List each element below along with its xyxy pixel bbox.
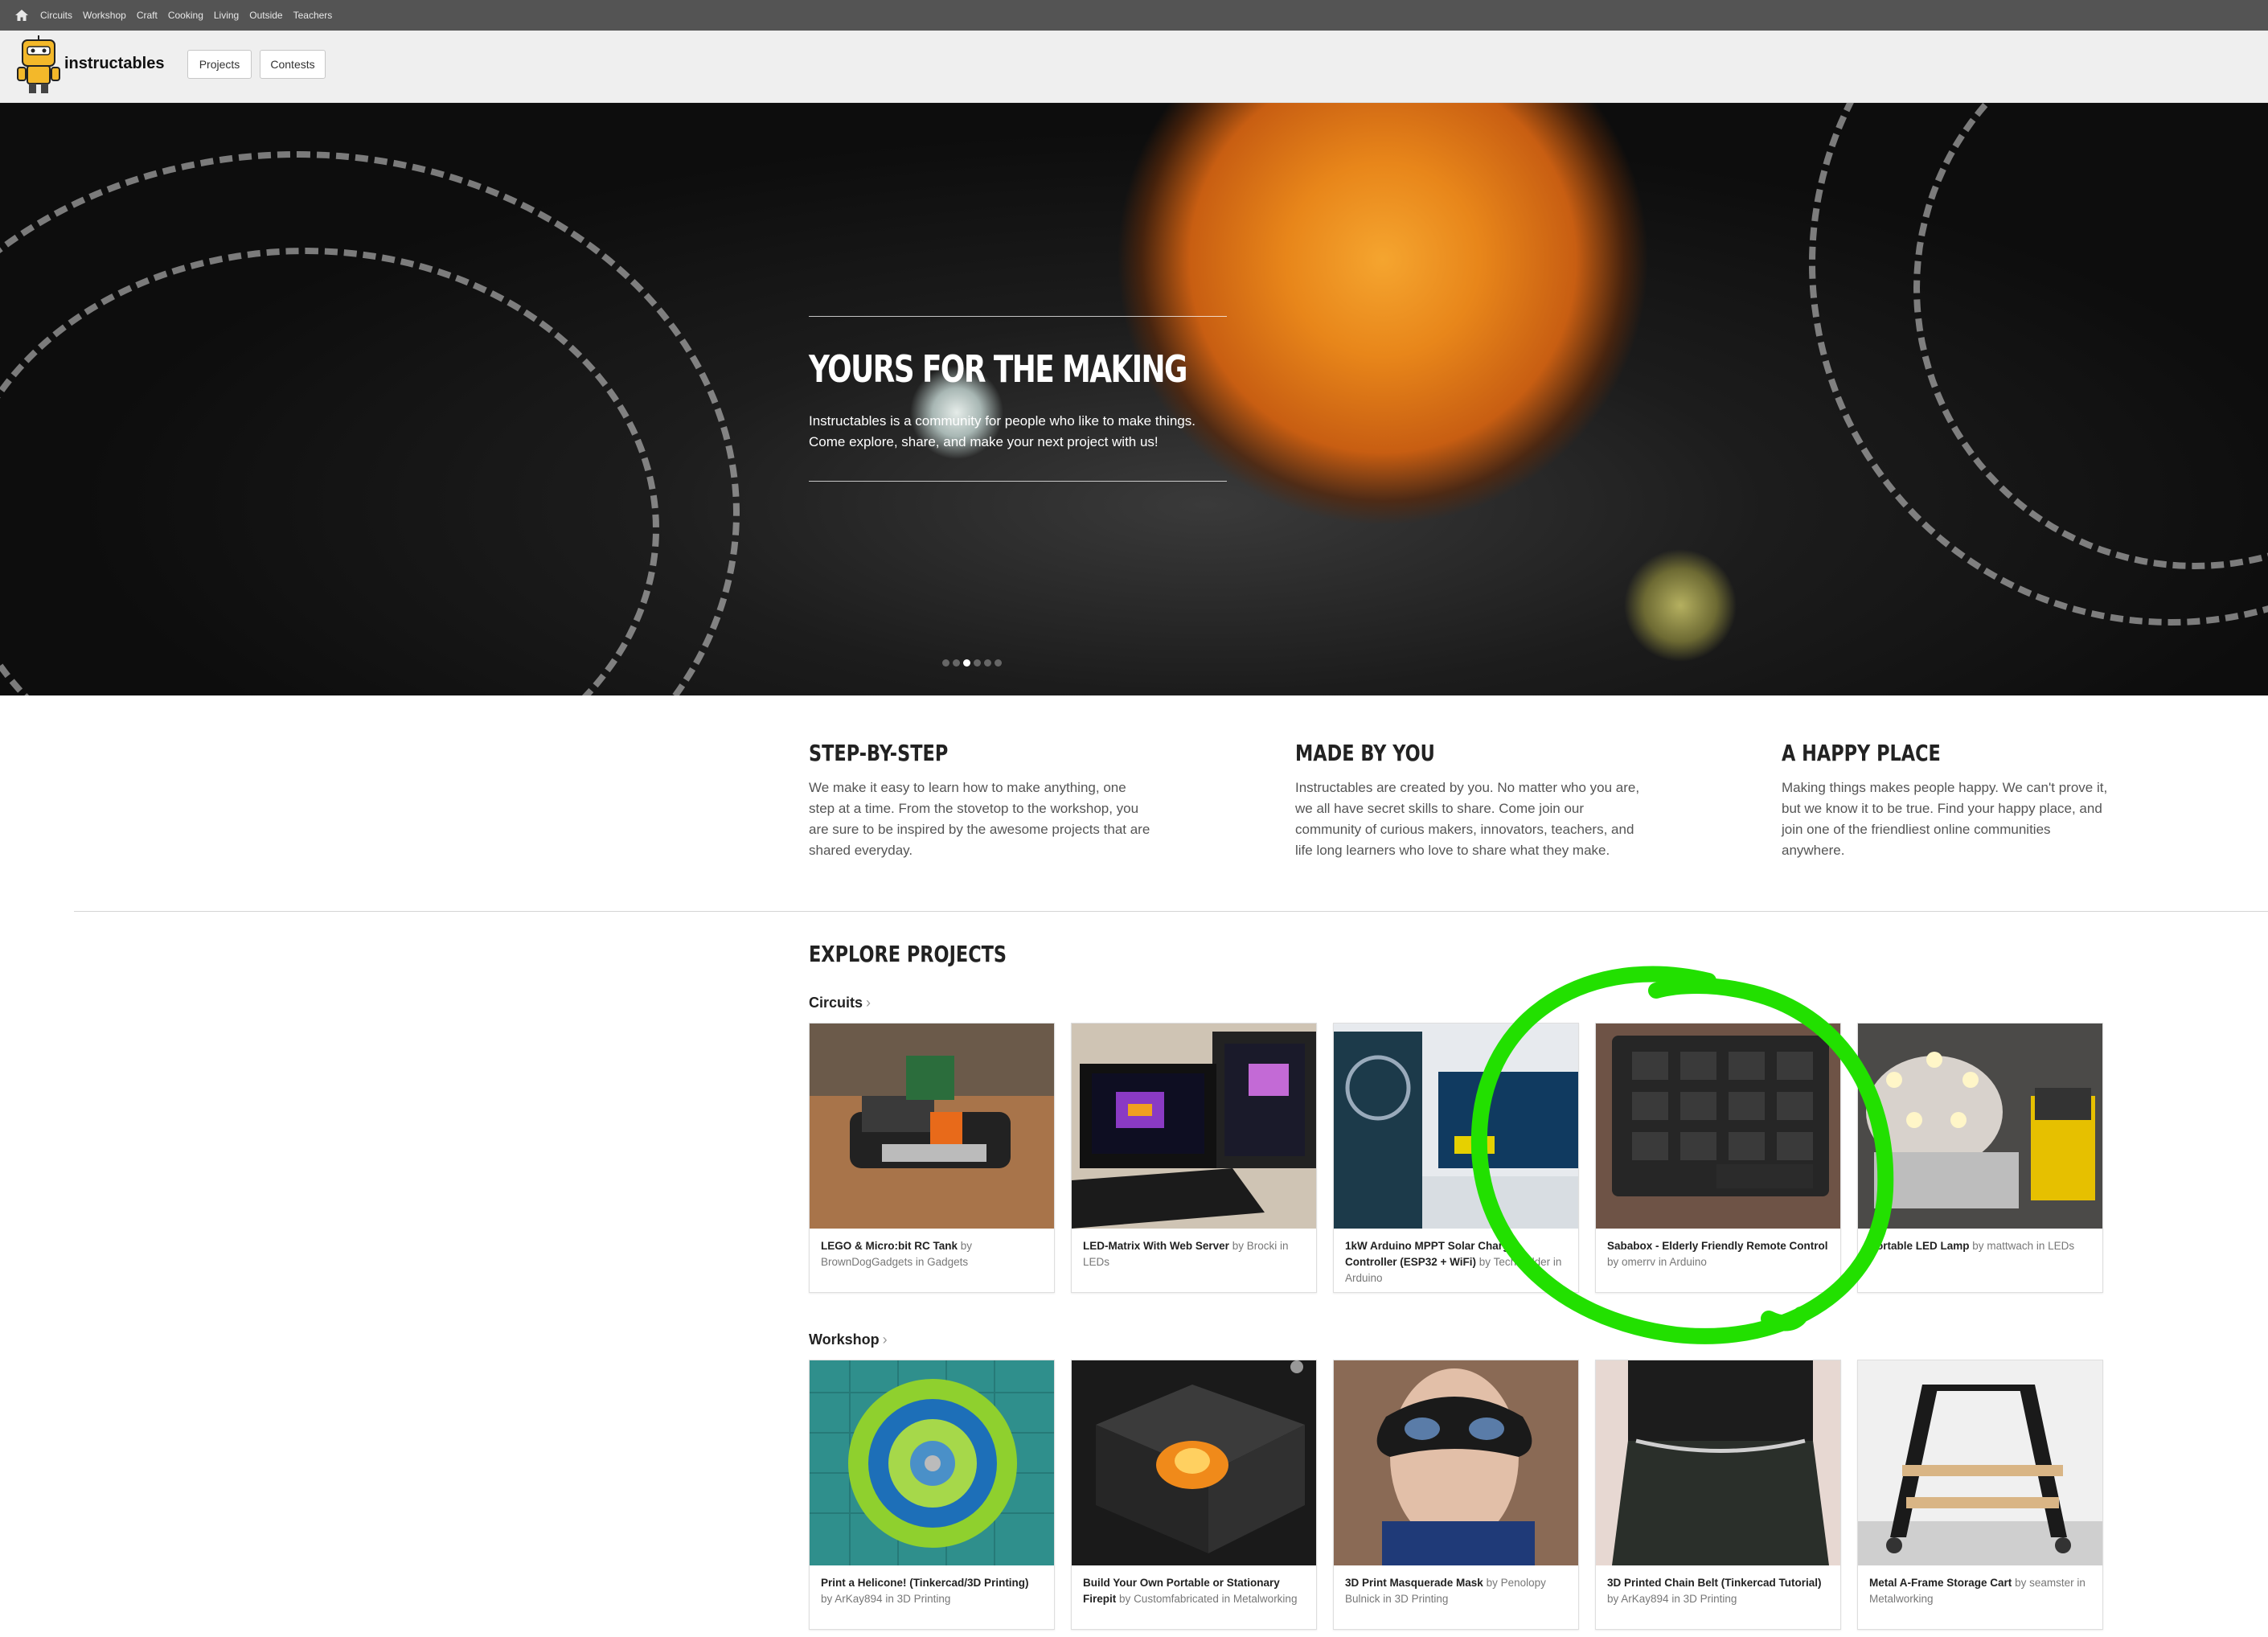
project-card[interactable]: 3D Print Masquerade Mask by Penolopy Bul… xyxy=(1333,1360,1579,1630)
home-icon[interactable] xyxy=(14,8,29,23)
by-text: by xyxy=(1607,1593,1619,1605)
project-card[interactable]: LEGO & Micro:bit RC Tank by BrownDogGadg… xyxy=(809,1023,1055,1293)
project-author[interactable]: Brocki xyxy=(1247,1240,1278,1252)
project-title[interactable]: LEGO & Micro:bit RC Tank xyxy=(821,1240,958,1252)
project-card[interactable]: Metal A-Frame Storage Cart by seamster i… xyxy=(1857,1360,2103,1630)
carousel-dot[interactable] xyxy=(984,659,991,667)
project-category[interactable]: LEDs xyxy=(2048,1240,2074,1252)
chevron-right-icon: › xyxy=(882,1331,888,1348)
feature-title: STEP-BY-STEP xyxy=(809,740,949,766)
project-title[interactable]: Metal A-Frame Storage Cart xyxy=(1869,1577,2012,1589)
project-thumbnail[interactable] xyxy=(1072,1360,1316,1565)
hero-description-line: Instructables is a community for people … xyxy=(809,413,1196,429)
hero-description-line: Come explore, share, and make your next … xyxy=(809,434,1159,449)
by-text: by xyxy=(1119,1593,1131,1605)
in-text: in xyxy=(1221,1593,1231,1605)
explore-projects-title: EXPLORE PROJECTS xyxy=(809,941,1007,967)
feature-text: Making things makes people happy. We can… xyxy=(1782,780,2108,858)
project-thumbnail[interactable] xyxy=(1858,1360,2102,1565)
projects-button[interactable]: Projects xyxy=(187,50,252,79)
by-text: by xyxy=(1972,1240,1984,1252)
by-text: by xyxy=(960,1240,973,1252)
feature-title: A HAPPY PLACE xyxy=(1782,740,1941,766)
feature-made-by-you: MADE BY YOU Instructables are created by… xyxy=(1295,740,1641,861)
feature-happy-place: A HAPPY PLACE Making things makes people… xyxy=(1782,740,2111,861)
project-title[interactable]: 3D Print Masquerade Mask xyxy=(1345,1577,1483,1589)
chevron-right-icon: › xyxy=(866,995,872,1011)
project-author[interactable]: Customfabricated xyxy=(1134,1593,1219,1605)
section-link-workshop[interactable]: Workshop › xyxy=(809,1331,888,1348)
project-category[interactable]: Arduino xyxy=(1345,1272,1383,1284)
project-author[interactable]: mattwach xyxy=(1987,1240,2033,1252)
contests-button[interactable]: Contests xyxy=(260,50,326,79)
category-link-living[interactable]: Living xyxy=(214,10,239,21)
section-divider xyxy=(74,911,2268,912)
annotation-circle-highlight xyxy=(1470,966,1894,1344)
in-text: in xyxy=(1280,1240,1289,1252)
project-category[interactable]: 3D Printing xyxy=(1395,1593,1449,1605)
project-title[interactable]: 3D Printed Chain Belt (Tinkercad Tutoria… xyxy=(1607,1577,1822,1589)
in-text: in xyxy=(915,1256,925,1268)
carousel-dot[interactable] xyxy=(974,659,981,667)
hero-title: YOURS FOR THE MAKING xyxy=(809,347,1187,391)
project-category[interactable]: Metalworking xyxy=(1233,1593,1298,1605)
carousel-dot[interactable] xyxy=(953,659,960,667)
project-author[interactable]: ArKay894 xyxy=(835,1593,882,1605)
in-text: in xyxy=(2077,1577,2085,1589)
category-link-cooking[interactable]: Cooking xyxy=(168,10,203,21)
section-label: Circuits xyxy=(809,995,863,1011)
feature-text: We make it easy to learn how to make any… xyxy=(809,780,1150,858)
carousel-dot-active[interactable] xyxy=(963,659,970,667)
robot-logo-icon[interactable] xyxy=(14,35,61,96)
logo-text[interactable]: instructables xyxy=(64,55,164,73)
category-link-outside[interactable]: Outside xyxy=(249,10,282,21)
category-link-workshop[interactable]: Workshop xyxy=(83,10,126,21)
project-author[interactable]: ArKay894 xyxy=(1621,1593,1668,1605)
project-thumbnail[interactable] xyxy=(810,1024,1054,1229)
category-link-circuits[interactable]: Circuits xyxy=(40,10,72,21)
project-card[interactable]: Print a Helicone! (Tinkercad/3D Printing… xyxy=(809,1360,1055,1630)
project-card[interactable]: LED-Matrix With Web Server by Brocki in … xyxy=(1071,1023,1317,1293)
project-author[interactable]: BrownDogGadgets xyxy=(821,1256,913,1268)
project-category[interactable]: Metalworking xyxy=(1869,1593,1934,1605)
by-text: by xyxy=(1232,1240,1244,1252)
project-category[interactable]: 3D Printing xyxy=(897,1593,951,1605)
site-header: instructables Projects Contests xyxy=(0,31,2268,103)
carousel-dot[interactable] xyxy=(942,659,949,667)
by-text: by xyxy=(1486,1577,1498,1589)
feature-title: MADE BY YOU xyxy=(1295,740,1435,766)
category-link-teachers[interactable]: Teachers xyxy=(293,10,333,21)
project-card[interactable]: Build Your Own Portable or Stationary Fi… xyxy=(1071,1360,1317,1630)
in-text: in xyxy=(1671,1593,1680,1605)
project-thumbnail[interactable] xyxy=(1072,1024,1316,1229)
in-text: in xyxy=(1383,1593,1392,1605)
hero-text-box: YOURS FOR THE MAKING Instructables is a … xyxy=(809,316,1227,482)
in-text: in xyxy=(2036,1240,2045,1252)
project-author[interactable]: seamster xyxy=(2029,1577,2074,1589)
project-title[interactable]: Print a Helicone! (Tinkercad/3D Printing… xyxy=(821,1577,1029,1589)
carousel-dots xyxy=(942,659,1002,667)
feature-step-by-step: STEP-BY-STEP We make it easy to learn ho… xyxy=(809,740,1155,861)
carousel-dot[interactable] xyxy=(995,659,1002,667)
category-link-craft[interactable]: Craft xyxy=(137,10,158,21)
project-thumbnail[interactable] xyxy=(810,1360,1054,1565)
feature-text: Instructables are created by you. No mat… xyxy=(1295,780,1640,858)
by-text: by xyxy=(2015,1577,2027,1589)
category-bar: Circuits Workshop Craft Cooking Living O… xyxy=(0,0,2268,31)
by-text: by xyxy=(821,1593,833,1605)
project-card[interactable]: 3D Printed Chain Belt (Tinkercad Tutoria… xyxy=(1595,1360,1841,1630)
project-category[interactable]: Gadgets xyxy=(927,1256,968,1268)
project-thumbnail[interactable] xyxy=(1596,1360,1840,1565)
in-text: in xyxy=(885,1593,894,1605)
project-category[interactable]: 3D Printing xyxy=(1684,1593,1737,1605)
section-link-circuits[interactable]: Circuits › xyxy=(809,995,871,1011)
project-category[interactable]: LEDs xyxy=(1083,1256,1109,1268)
hero-banner[interactable]: YOURS FOR THE MAKING Instructables is a … xyxy=(0,103,2268,695)
project-thumbnail[interactable] xyxy=(1334,1360,1578,1565)
project-title[interactable]: LED-Matrix With Web Server xyxy=(1083,1240,1229,1252)
section-label: Workshop xyxy=(809,1331,880,1348)
